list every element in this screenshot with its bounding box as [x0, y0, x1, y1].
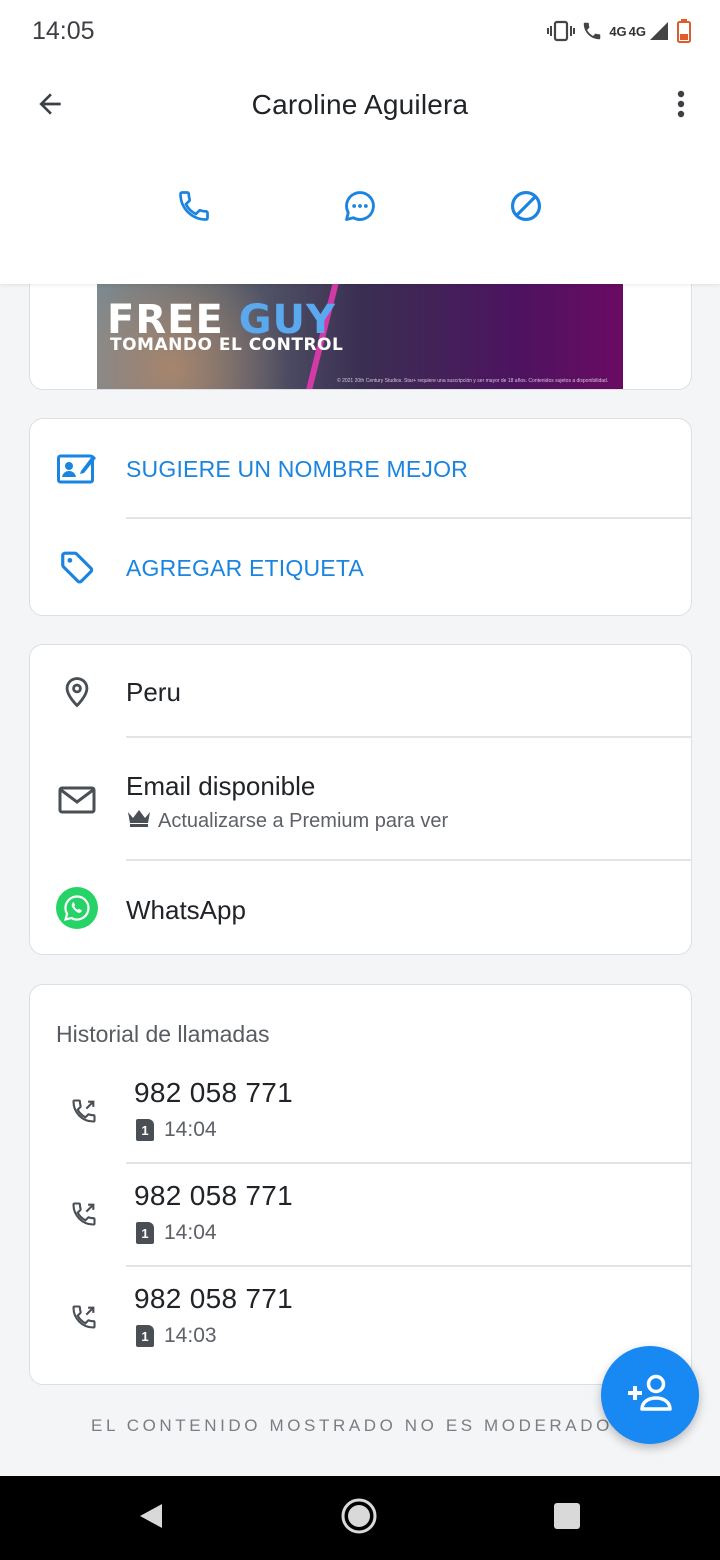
- block-button[interactable]: [498, 180, 554, 236]
- status-bar: 14:05 4G 4G: [0, 0, 720, 62]
- status-icons: 4G 4G: [547, 18, 692, 44]
- ad-fineprint: © 2021 20th Century Studios. Star+ requi…: [337, 378, 609, 384]
- call-history-card: Historial de llamadas 982 058 771 1 14:0…: [29, 984, 692, 1385]
- call-history-item[interactable]: 982 058 771 1 14:03: [30, 1267, 691, 1367]
- premium-hint-label: Actualizarse a Premium para ver: [158, 809, 449, 832]
- nav-recents-icon: [553, 1502, 581, 1535]
- status-time: 14:05: [32, 16, 95, 45]
- premium-hint[interactable]: Actualizarse a Premium para ver: [126, 808, 448, 834]
- signal-icon: [648, 20, 670, 42]
- call-meta: 1 14:04: [136, 1221, 217, 1245]
- more-vert-icon: [676, 89, 686, 124]
- location-label: Peru: [126, 677, 181, 707]
- email-row[interactable]: Email disponible Actualizarse a Premium …: [30, 737, 691, 860]
- call-meta: 1 14:04: [136, 1118, 217, 1142]
- phone-icon: [176, 188, 212, 229]
- ad-subtitle: TOMANDO EL CONTROL: [110, 335, 344, 355]
- mail-icon: [56, 779, 98, 821]
- call-button[interactable]: [166, 180, 222, 236]
- call-meta: 1 14:03: [136, 1324, 217, 1348]
- action-bar: [0, 180, 720, 236]
- add-tag-row[interactable]: AGREGAR ETIQUETA: [30, 518, 691, 617]
- nav-home-button[interactable]: [339, 1498, 379, 1538]
- contact-header: Caroline Aguilera: [0, 62, 720, 284]
- edit-contact-icon: [56, 447, 98, 489]
- chat-bubble-icon: [341, 187, 379, 230]
- add-contact-fab[interactable]: [601, 1346, 699, 1444]
- crown-icon: [126, 808, 152, 834]
- sim-icon: 1: [136, 1325, 154, 1347]
- call-history-item[interactable]: 982 058 771 1 14:04: [30, 1164, 691, 1264]
- outgoing-call-icon: [70, 1097, 100, 1127]
- add-person-icon: [626, 1373, 674, 1418]
- more-options-button[interactable]: [666, 86, 696, 126]
- email-label: Email disponible: [126, 771, 316, 801]
- call-history-item[interactable]: 982 058 771 1 14:04: [30, 1061, 691, 1161]
- call-history-title: Historial de llamadas: [56, 1021, 270, 1047]
- wifi-calling-icon: [581, 20, 603, 42]
- sim-icon: 1: [136, 1222, 154, 1244]
- info-card: Peru Email disponible Actualizarse a Pre…: [29, 644, 692, 955]
- message-button[interactable]: [332, 180, 388, 236]
- call-number: 982 058 771: [134, 1180, 294, 1211]
- whatsapp-row[interactable]: WhatsApp: [30, 860, 691, 956]
- nav-recents-button[interactable]: [547, 1498, 587, 1538]
- call-number: 982 058 771: [134, 1283, 294, 1314]
- system-nav-bar: [0, 1476, 720, 1560]
- suggest-card: SUGIERE UN NOMBRE MEJOR AGREGAR ETIQUETA: [29, 418, 692, 616]
- call-time: 14:04: [164, 1118, 217, 1141]
- block-icon: [507, 187, 545, 230]
- network-tag-2: 4G: [628, 23, 646, 39]
- whatsapp-icon: [56, 887, 98, 929]
- page-title: Caroline Aguilera: [251, 89, 469, 120]
- suggest-name-label: SUGIERE UN NOMBRE MEJOR: [126, 456, 468, 482]
- sim-icon: 1: [136, 1119, 154, 1141]
- call-time: 14:04: [164, 1221, 217, 1244]
- email-text: Email disponible Actualizarse a Premium …: [126, 771, 448, 834]
- location-row: Peru: [30, 645, 691, 737]
- nav-home-icon: [340, 1497, 378, 1540]
- ad-banner[interactable]: FREE GUY TOMANDO EL CONTROL © 2021 20th …: [97, 283, 623, 389]
- nav-back-icon: [138, 1502, 164, 1535]
- add-tag-label: AGREGAR ETIQUETA: [126, 555, 364, 581]
- suggest-name-row[interactable]: SUGIERE UN NOMBRE MEJOR: [30, 419, 691, 518]
- outgoing-call-icon: [70, 1303, 100, 1333]
- call-time: 14:03: [164, 1324, 217, 1347]
- location-pin-icon: [56, 671, 98, 713]
- vibrate-icon: [547, 19, 576, 43]
- call-number: 982 058 771: [134, 1077, 294, 1108]
- whatsapp-label: WhatsApp: [126, 895, 246, 925]
- network-tag-1: 4G: [609, 23, 627, 39]
- nav-back-button[interactable]: [131, 1498, 171, 1538]
- outgoing-call-icon: [70, 1200, 100, 1230]
- battery-low-icon: [676, 18, 692, 44]
- tag-icon: [56, 546, 98, 588]
